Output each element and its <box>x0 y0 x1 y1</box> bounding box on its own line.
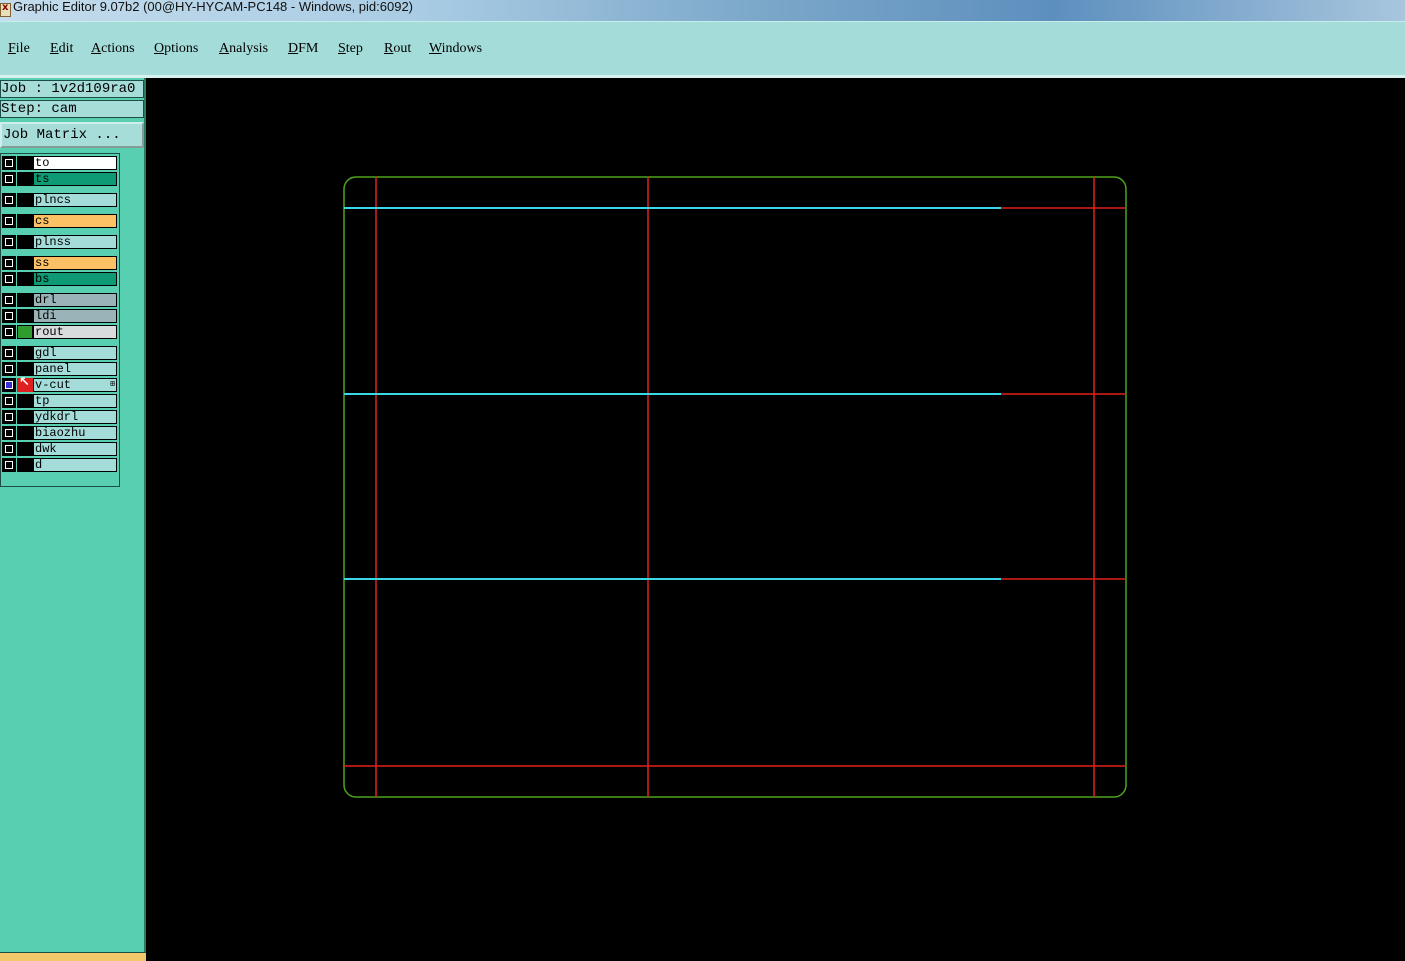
layer-display-swatch[interactable] <box>17 256 33 270</box>
layer-checkbox[interactable] <box>2 156 16 170</box>
step-label: Step: cam <box>0 100 144 118</box>
layer-row-ldi[interactable]: ldi <box>1 308 117 323</box>
layer-name[interactable]: panel <box>33 362 117 376</box>
layer-name[interactable]: to <box>33 156 117 170</box>
graphic-canvas[interactable] <box>148 78 1405 960</box>
layer-display-swatch[interactable] <box>17 410 33 424</box>
menu-file[interactable]: File <box>8 41 30 57</box>
layer-name[interactable]: ts <box>33 172 117 186</box>
layer-name[interactable]: biaozhu <box>33 426 117 440</box>
layer-display-swatch[interactable] <box>17 394 33 408</box>
layer-display-swatch[interactable] <box>17 458 33 472</box>
layer-checkbox[interactable] <box>2 309 16 323</box>
layer-name[interactable]: v-cut <box>33 378 117 392</box>
layer-checkbox[interactable] <box>2 193 16 207</box>
window-title: Graphic Editor 9.07b2 (00@HY-HYCAM-PC148… <box>13 0 414 14</box>
layer-display-swatch[interactable] <box>17 426 33 440</box>
layer-display-swatch[interactable] <box>17 442 33 456</box>
layer-name[interactable]: d <box>33 458 117 472</box>
layer-name[interactable]: rout <box>33 325 117 339</box>
layer-row-ts[interactable]: ts <box>1 171 117 186</box>
layer-row-panel[interactable]: panel <box>1 361 117 376</box>
layer-row-ydkdrl[interactable]: ydkdrl <box>1 409 117 424</box>
layer-display-swatch[interactable] <box>17 293 33 307</box>
layer-name[interactable]: ss <box>33 256 117 270</box>
layer-row-v-cut[interactable]: v-cut⊞ <box>1 375 117 392</box>
app-icon <box>0 2 11 17</box>
layer-checkbox[interactable] <box>2 214 16 228</box>
layer-row-ss[interactable]: ss <box>1 255 117 270</box>
layer-checkbox[interactable] <box>2 426 16 440</box>
layer-row-cs[interactable]: cs <box>1 213 117 228</box>
menu-rout[interactable]: Rout <box>384 41 411 57</box>
job-matrix-button[interactable]: Job Matrix ... <box>0 122 144 148</box>
layer-row-gdl[interactable]: gdl <box>1 345 117 360</box>
layer-checkbox[interactable] <box>2 362 16 376</box>
layer-row-rout[interactable]: rout <box>1 324 117 339</box>
menu-windows[interactable]: Windows <box>429 41 482 57</box>
layer-name[interactable]: cs <box>33 214 117 228</box>
layer-display-swatch[interactable] <box>17 325 33 339</box>
layer-row-drl[interactable]: drl <box>1 292 117 307</box>
panel-outline <box>343 176 1127 798</box>
menu-dfm[interactable]: DFM <box>288 41 318 57</box>
layer-name[interactable]: gdl <box>33 346 117 360</box>
layer-name[interactable]: bs <box>33 272 117 286</box>
layer-checkbox[interactable] <box>2 410 16 424</box>
layer-name[interactable]: drl <box>33 293 117 307</box>
layer-list: totsplncscsplnssssbsdrlldiroutgdlpanelv-… <box>0 153 120 487</box>
layer-row-to[interactable]: to <box>1 155 117 170</box>
layer-checkbox[interactable] <box>2 458 16 472</box>
board-drawing[interactable] <box>148 78 1405 960</box>
layer-affected-icon: ⊞ <box>110 379 115 388</box>
menu-bar: File Edit Actions Options Analysis DFM S… <box>0 21 1405 76</box>
layer-panel: Job : 1v2d109ra0 Step: cam Job Matrix ..… <box>0 78 146 960</box>
layer-display-swatch[interactable] <box>17 235 33 249</box>
menu-step[interactable]: Step <box>338 41 363 57</box>
layer-display-swatch[interactable] <box>17 156 33 170</box>
layer-display-swatch[interactable] <box>17 362 33 376</box>
layer-row-bs[interactable]: bs <box>1 271 117 286</box>
layer-checkbox[interactable] <box>2 172 16 186</box>
layer-display-swatch[interactable] <box>17 193 33 207</box>
layer-name[interactable]: ldi <box>33 309 117 323</box>
layer-name[interactable]: ydkdrl <box>33 410 117 424</box>
layer-checkbox[interactable] <box>2 325 16 339</box>
job-label: Job : 1v2d109ra0 <box>0 80 144 98</box>
layer-display-swatch[interactable] <box>17 214 33 228</box>
layer-checkbox[interactable] <box>2 394 16 408</box>
layer-row-plncs[interactable]: plncs <box>1 192 117 207</box>
layer-display-swatch[interactable] <box>17 309 33 323</box>
layer-row-biaozhu[interactable]: biaozhu <box>1 425 117 440</box>
layer-row-tp[interactable]: tp <box>1 393 117 408</box>
layer-row-d[interactable]: d <box>1 457 117 472</box>
layer-display-swatch[interactable] <box>17 172 33 186</box>
work-layer-arrow-icon[interactable] <box>17 375 33 392</box>
layer-row-plnss[interactable]: plnss <box>1 234 117 249</box>
layer-row-dwk[interactable]: dwk <box>1 441 117 456</box>
layer-checkbox[interactable] <box>2 235 16 249</box>
menu-edit[interactable]: Edit <box>50 41 73 57</box>
layer-display-swatch[interactable] <box>17 346 33 360</box>
layer-name[interactable]: dwk <box>33 442 117 456</box>
layer-checkbox[interactable] <box>2 378 16 392</box>
layer-checkbox[interactable] <box>2 442 16 456</box>
layer-checkbox[interactable] <box>2 346 16 360</box>
layer-checkbox[interactable] <box>2 256 16 270</box>
layer-name[interactable]: plncs <box>33 193 117 207</box>
layer-name[interactable]: plnss <box>33 235 117 249</box>
menu-analysis[interactable]: Analysis <box>219 41 268 57</box>
layer-name[interactable]: tp <box>33 394 117 408</box>
menu-actions[interactable]: Actions <box>91 41 135 57</box>
window-title-bar: Graphic Editor 9.07b2 (00@HY-HYCAM-PC148… <box>0 0 1405 21</box>
layer-checkbox[interactable] <box>2 272 16 286</box>
layer-checkbox[interactable] <box>2 293 16 307</box>
layer-display-swatch[interactable] <box>17 272 33 286</box>
menu-options[interactable]: Options <box>154 41 198 57</box>
